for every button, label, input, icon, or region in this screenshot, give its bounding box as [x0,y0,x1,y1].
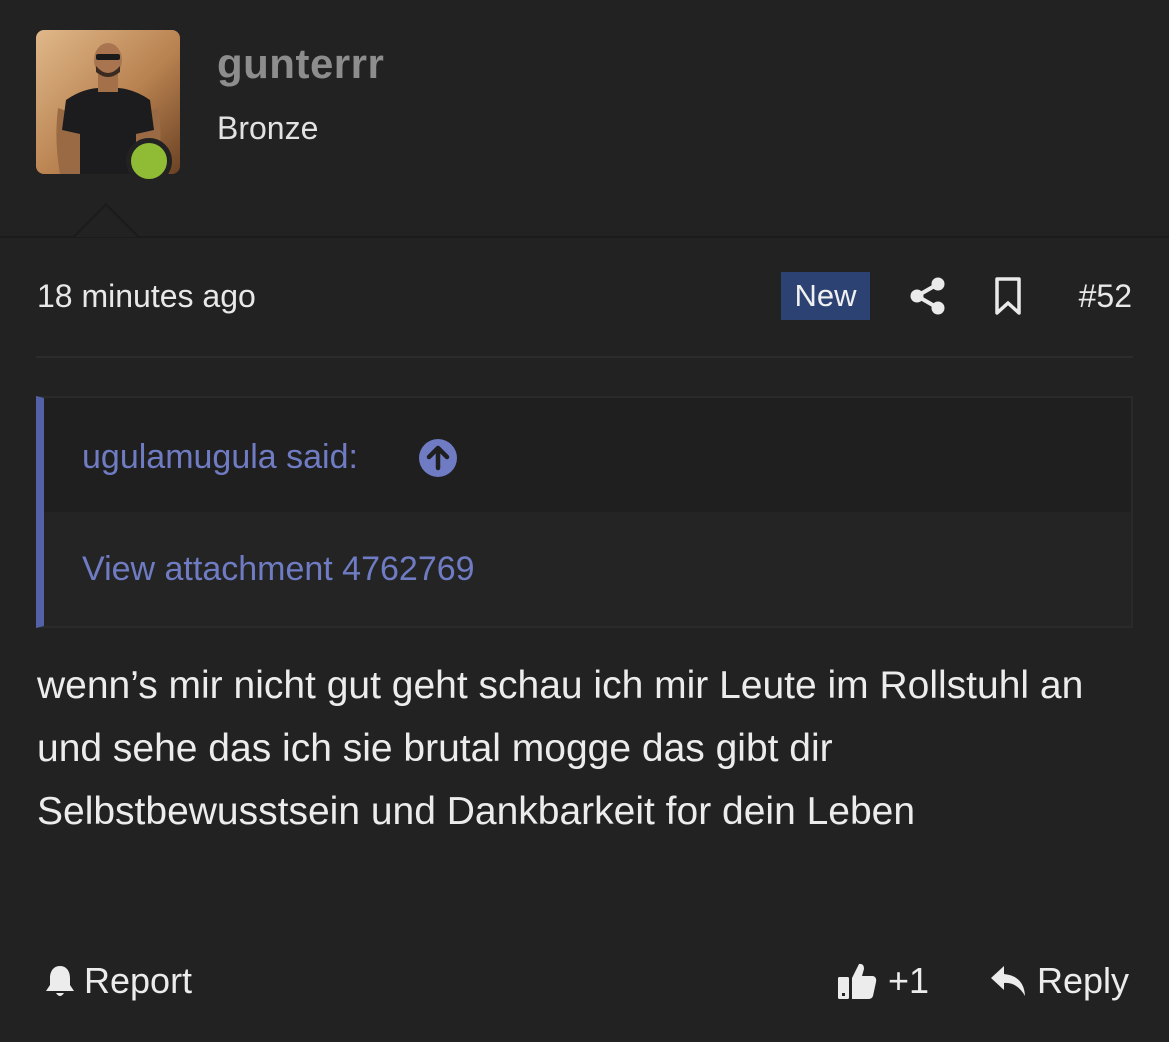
username[interactable]: gunterrr [217,40,384,88]
post-page: gunterrr Bronze 18 minutes ago New #52 u… [0,0,1169,1042]
reply-label: Reply [1036,960,1129,1001]
post-number-link[interactable]: #52 [1079,278,1132,315]
post-timestamp[interactable]: 18 minutes ago [37,278,256,315]
report-button[interactable]: Report [44,960,192,1002]
reply-icon [990,966,1025,996]
quote-header: ugulamugula said: [44,398,1131,512]
report-label: Report [84,960,193,1001]
attachment-link[interactable]: View attachment 4762769 [82,550,475,589]
new-badge: New [781,272,870,320]
quote-content: View attachment 4762769 [44,512,1131,626]
like-count: +1 [888,960,930,1001]
thumbs-up-icon [838,963,877,999]
user-rank-title: Bronze [217,110,319,146]
divider [36,356,1133,358]
quote-block: ugulamugula said: View attachment 476276… [36,396,1133,628]
like-button[interactable]: +1 [836,960,929,1002]
quote-author-link[interactable]: ugulamugula said: [82,438,358,477]
bookmark-icon[interactable] [991,276,1025,316]
bell-icon [46,966,74,996]
online-status-indicator [126,138,172,184]
share-icon[interactable] [908,276,948,316]
arrow-up-circle-icon[interactable] [418,438,458,478]
reply-button[interactable]: Reply [989,960,1129,1002]
post-meta-row: 18 minutes ago New #52 [36,262,1133,330]
post-message: wenn’s mir nicht gut geht schau ich mir … [37,664,1084,833]
post-actions: Report +1 Reply [36,948,1133,1014]
user-header: gunterrr Bronze [0,0,1169,238]
